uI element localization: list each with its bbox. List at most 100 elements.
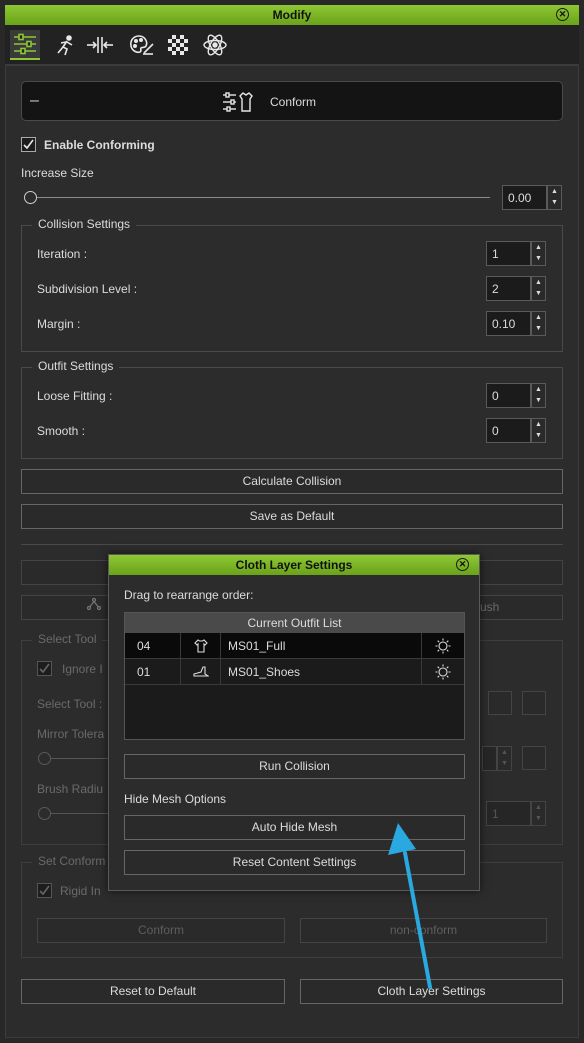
loose-fitting-label: Loose Fitting : xyxy=(37,389,113,403)
outfit-settings-title: Outfit Settings xyxy=(32,359,120,373)
spin-up-icon: ▲ xyxy=(535,314,542,321)
spin-down-icon: ▼ xyxy=(535,325,542,332)
spin-arrows[interactable]: ▲ ▼ xyxy=(547,185,562,210)
mirror-tolerance-label: Mirror Tolera xyxy=(37,727,105,741)
smooth-label: Smooth : xyxy=(37,424,86,438)
run-collision-button[interactable]: Run Collision xyxy=(124,754,465,779)
ignore-checkbox[interactable] xyxy=(37,661,52,676)
spin-up-icon: ▲ xyxy=(501,749,508,756)
reset-to-default-button[interactable]: Reset to Default xyxy=(21,979,285,1004)
dialog-close-icon[interactable]: ✕ xyxy=(456,558,469,571)
select-tool-group-title: Select Tool xyxy=(32,632,103,646)
smooth-spinbox[interactable]: 0 ▲ ▼ xyxy=(486,418,546,443)
spin-down-icon: ▼ xyxy=(535,290,542,297)
brush-radius-slider-track[interactable] xyxy=(50,813,110,814)
spin-arrows[interactable]: ▲ ▼ xyxy=(531,801,546,826)
calculate-collision-button[interactable]: Calculate Collision xyxy=(21,469,563,494)
spin-arrows[interactable]: ▲ ▼ xyxy=(531,276,546,301)
drag-instruction: Drag to rearrange order: xyxy=(124,588,254,602)
checker-icon[interactable] xyxy=(163,30,193,60)
conform-icon xyxy=(222,90,254,117)
loose-fitting-spinbox[interactable]: 0 ▲ ▼ xyxy=(486,383,546,408)
brush-icon xyxy=(86,596,102,619)
spin-down-icon: ▼ xyxy=(501,760,508,767)
spin-down-icon: ▼ xyxy=(535,255,542,262)
brush-text-fragment: ush xyxy=(480,600,500,614)
collision-settings-title: Collision Settings xyxy=(32,217,137,231)
increase-size-slider-knob[interactable] xyxy=(24,191,37,204)
palette-icon[interactable] xyxy=(127,30,157,60)
spin-up-icon: ▲ xyxy=(551,188,558,195)
increase-size-spinbox[interactable]: 0.00 ▲ ▼ xyxy=(502,185,562,210)
select-tool-label: Select Tool : xyxy=(37,697,103,711)
rigid-label: Rigid In xyxy=(60,884,101,898)
sun-icon[interactable] xyxy=(421,633,464,658)
shirt-icon xyxy=(180,633,221,658)
window-titlebar: Modify ✕ xyxy=(5,5,579,25)
outfit-row[interactable]: 04 MS01_Full xyxy=(125,633,464,659)
select-region-icon[interactable] xyxy=(522,691,546,715)
set-conform-group-title: Set Conform xyxy=(32,854,112,868)
margin-spinbox[interactable]: 0.10 ▲ ▼ xyxy=(486,311,546,336)
down-arrow-icon[interactable] xyxy=(522,746,546,770)
increase-size-slider-track[interactable] xyxy=(30,197,490,198)
outfit-order: 01 xyxy=(137,665,151,679)
spin-down-icon: ▼ xyxy=(551,199,558,206)
spin-down-icon: ▼ xyxy=(535,397,542,404)
sliders-icon[interactable] xyxy=(10,30,40,60)
outfit-row[interactable]: 01 MS01_Shoes xyxy=(125,659,464,685)
spin-arrows[interactable]: ▲ ▼ xyxy=(531,418,546,443)
increase-size-label: Increase Size xyxy=(21,166,94,180)
spin-arrows[interactable]: ▲ ▼ xyxy=(531,383,546,408)
shoe-icon xyxy=(180,659,221,684)
spin-up-icon: ▲ xyxy=(535,804,542,811)
conform-section-header[interactable]: – Conform xyxy=(21,81,563,121)
running-figure-icon[interactable] xyxy=(50,30,80,60)
spin-arrows[interactable]: ▲ ▼ xyxy=(497,746,512,771)
iteration-value[interactable]: 1 xyxy=(492,247,499,261)
subdivision-level-spinbox[interactable]: 2 ▲ ▼ xyxy=(486,276,546,301)
sun-icon[interactable] xyxy=(421,659,464,684)
hide-mesh-options-label: Hide Mesh Options xyxy=(124,792,227,806)
spin-up-icon: ▲ xyxy=(535,244,542,251)
iteration-spinbox[interactable]: 1 ▲ ▼ xyxy=(486,241,546,266)
smooth-value[interactable]: 0 xyxy=(492,424,499,438)
conform-button[interactable]: Conform xyxy=(37,918,285,943)
mirror-tolerance-slider-track[interactable] xyxy=(50,758,110,759)
collapse-icon[interactable]: – xyxy=(30,92,39,110)
spin-arrows[interactable]: ▲ ▼ xyxy=(531,241,546,266)
brush-radius-spinbox[interactable]: 1 ▲ ▼ xyxy=(486,801,546,826)
toolbar xyxy=(5,25,579,65)
loose-fitting-value[interactable]: 0 xyxy=(492,389,499,403)
close-icon[interactable]: ✕ xyxy=(556,8,569,21)
spin-down-icon: ▼ xyxy=(535,432,542,439)
spin-up-icon: ▲ xyxy=(535,386,542,393)
outfit-order: 04 xyxy=(137,639,151,653)
iteration-label: Iteration : xyxy=(37,247,88,261)
mirror-tolerance-spinbox[interactable]: ▲ ▼ xyxy=(482,746,512,771)
spin-down-icon: ▼ xyxy=(535,815,542,822)
select-box-icon[interactable] xyxy=(488,691,512,715)
outfit-name: MS01_Shoes xyxy=(228,665,301,679)
brush-radius-label: Brush Radiu xyxy=(37,782,104,796)
rigid-checkbox[interactable] xyxy=(37,883,52,898)
margin-label: Margin : xyxy=(37,317,81,331)
squeeze-icon[interactable] xyxy=(85,30,115,60)
brush-radius-value[interactable]: 1 xyxy=(492,807,499,821)
outfit-list-header: Current Outfit List xyxy=(125,613,464,633)
margin-value[interactable]: 0.10 xyxy=(492,317,515,331)
enable-conforming-checkbox[interactable] xyxy=(21,137,36,152)
dialog-titlebar: Cloth Layer Settings ✕ xyxy=(109,555,479,575)
window-title: Modify xyxy=(272,8,312,22)
conform-section-title: Conform xyxy=(270,95,317,109)
save-as-default-button[interactable]: Save as Default xyxy=(21,504,563,529)
subdivision-level-value[interactable]: 2 xyxy=(492,282,499,296)
increase-size-value[interactable]: 0.00 xyxy=(508,191,531,205)
outfit-list[interactable]: Current Outfit List 04 MS01_Full 01 MS01… xyxy=(124,612,465,740)
outfit-settings-group: Outfit Settings xyxy=(21,359,563,459)
annotation-arrow-icon xyxy=(388,823,432,989)
atom-icon[interactable] xyxy=(200,30,230,60)
spin-arrows[interactable]: ▲ ▼ xyxy=(531,311,546,336)
divider xyxy=(21,544,563,545)
outfit-name: MS01_Full xyxy=(228,639,286,653)
